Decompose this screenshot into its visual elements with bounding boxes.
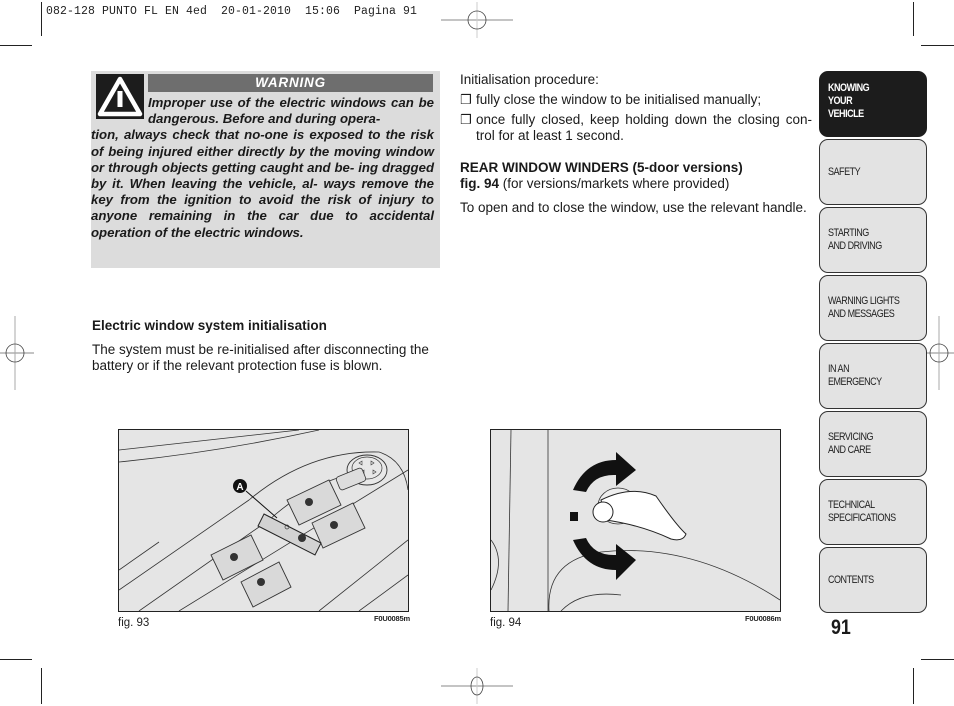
figure-93-caption: fig. 93 [118, 617, 150, 629]
chapter-tab-in-an-emergency[interactable]: IN AN EMERGENCY [819, 343, 927, 409]
section-paragraph: The system must be re-initialised after … [92, 342, 429, 373]
procedure-intro: Initialisation procedure: [460, 72, 599, 87]
chapter-tab-label: KNOWING YOUR VEHICLE [828, 82, 870, 120]
chapter-tab-label: SAFETY [828, 165, 861, 178]
checkbox-bullet-icon: ❒ [460, 92, 472, 107]
warning-box: WARNING Improper use of the electric win… [91, 71, 440, 268]
registration-mark-left [0, 316, 34, 390]
callout-a-label: A [236, 482, 243, 493]
chapter-tab-label: IN AN EMERGENCY [828, 363, 882, 388]
chapter-tab-label: TECHNICAL SPECIFICATIONS [828, 499, 896, 524]
warning-text: Improper use of the electric windows can… [91, 95, 434, 241]
checkbox-bullet-icon: ❒ [460, 112, 472, 127]
chapter-tab-knowing-your-vehicle[interactable]: KNOWING YOUR VEHICLE [819, 71, 927, 137]
page-number: 91 [831, 616, 851, 639]
chapter-tab-servicing-and-care[interactable]: SERVICING AND CARE [819, 411, 927, 477]
chapter-tab-contents[interactable]: CONTENTS [819, 547, 927, 613]
figure-93-window-switch-panel: A [118, 429, 409, 612]
rotate-arrow-up-icon [573, 452, 636, 492]
warning-text-first: Improper use of the electric windows can… [148, 95, 434, 127]
chapter-tab-starting-and-driving[interactable]: STARTING AND DRIVING [819, 207, 927, 273]
warning-text-rest: tion, always check that no-one is expose… [91, 127, 434, 240]
chapter-tab-technical-specifications[interactable]: TECHNICAL SPECIFICATIONS [819, 479, 927, 545]
chapter-tab-label: CONTENTS [828, 573, 874, 586]
figure-94-rear-window-handle [490, 429, 781, 612]
procedure-step: ❒ once fully closed, keep holding down t… [460, 112, 812, 143]
rotate-arrow-down-icon [573, 538, 636, 580]
figure-94-caption: fig. 94 [490, 617, 522, 629]
registration-mark-bottom [441, 668, 513, 704]
chapter-tab-label: SERVICING AND CARE [828, 431, 874, 456]
figure-93-code: F0U0085m [374, 614, 410, 623]
figure-94-code: F0U0086m [745, 614, 781, 623]
chapter-tabs: KNOWING YOUR VEHICLE SAFETY STARTING AND D… [819, 71, 927, 615]
right-column: Initialisation procedure: ❒ fully close … [460, 72, 812, 220]
chapter-tab-label: WARNING LIGHTS AND MESSAGES [828, 295, 900, 320]
section-heading: Electric window system initialisation [92, 318, 327, 333]
chapter-tab-warning-lights-and-messages[interactable]: WARNING LIGHTS AND MESSAGES [819, 275, 927, 341]
procedure-step: ❒ fully close the window to be initialis… [460, 92, 762, 107]
registration-mark-top [441, 2, 513, 38]
figure-reference: fig. 94 (for versions/markets where prov… [460, 176, 730, 191]
chapter-tab-safety[interactable]: SAFETY [819, 139, 927, 205]
rear-window-heading: REAR WINDOW WINDERS (5-door versions) [460, 160, 743, 175]
figure-reference-bold: fig. 94 [460, 176, 500, 191]
warning-title: WARNING [148, 74, 433, 92]
rear-window-paragraph: To open and to close the window, use the… [460, 200, 807, 215]
print-header: 082-128 PUNTO FL EN 4ed 20-01-2010 15:06… [46, 5, 418, 18]
chapter-tab-label: STARTING AND DRIVING [828, 227, 882, 252]
